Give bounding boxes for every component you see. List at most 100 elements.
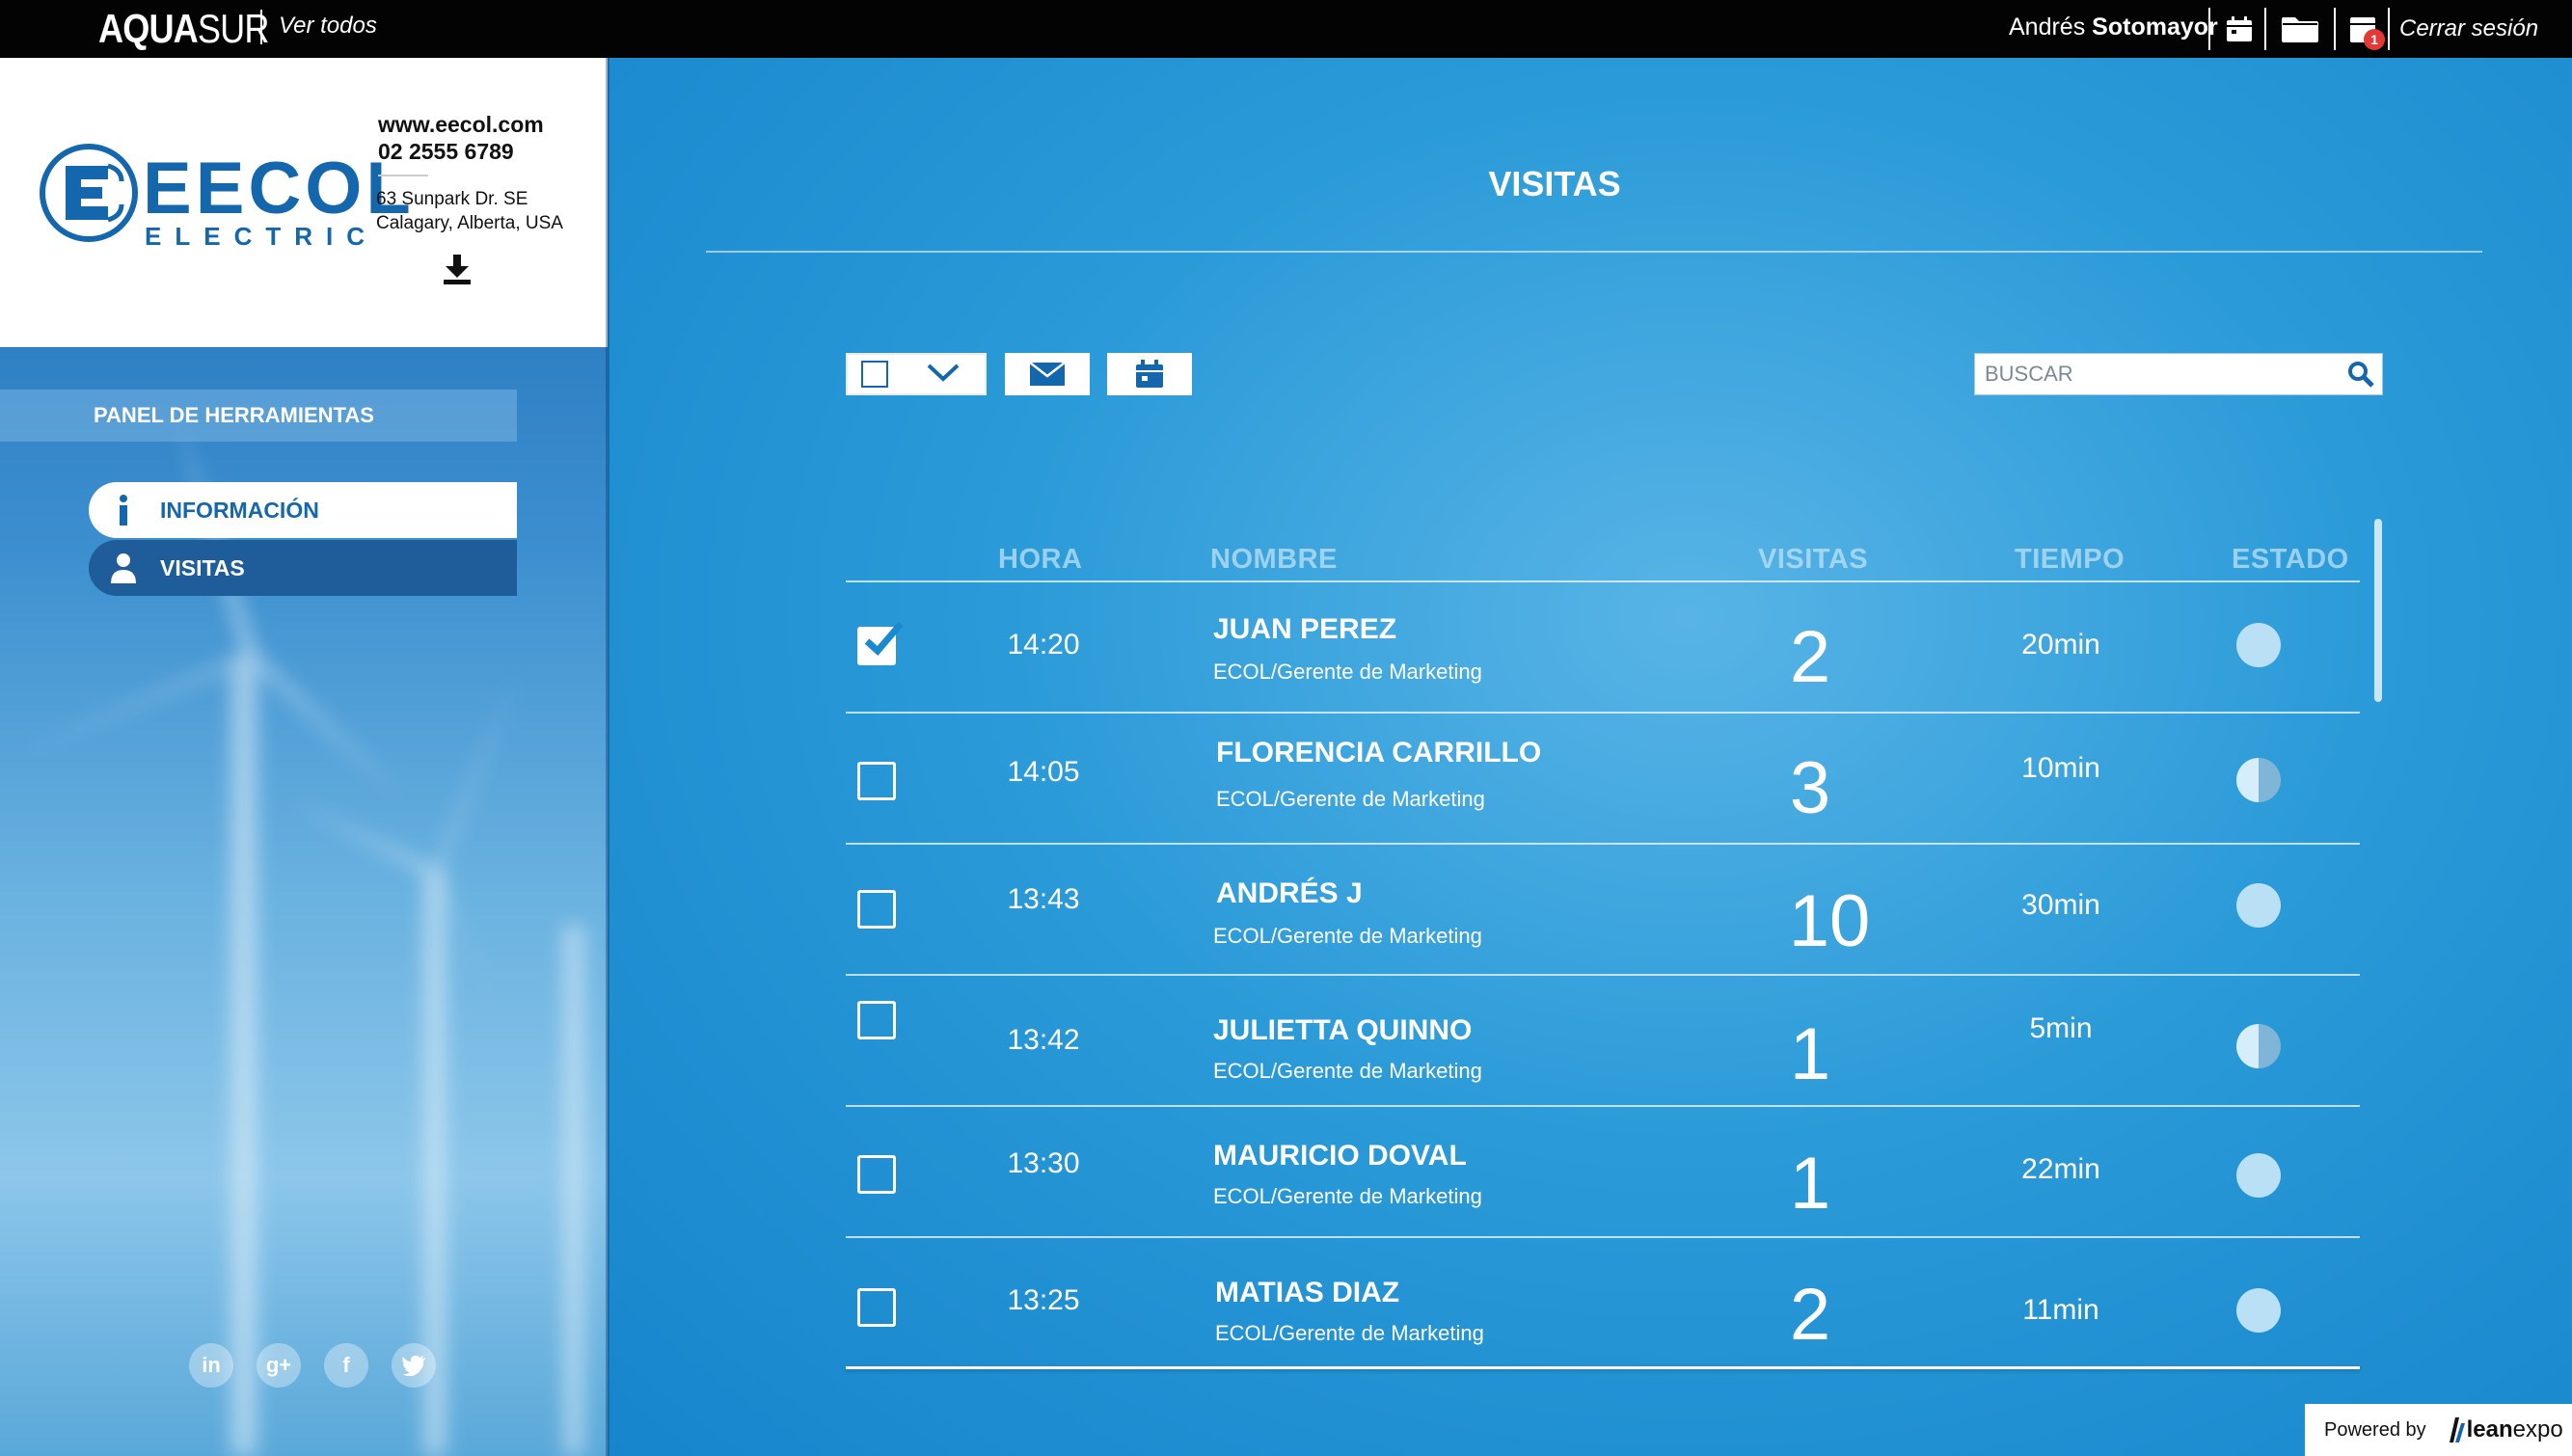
sidebar: EECOL ELECTRIC www.eecol.com 02 2555 678… — [0, 58, 608, 1456]
company-phone: 02 2555 6789 — [378, 139, 514, 164]
calendar-icon — [1136, 360, 1163, 388]
row-hora: 13:30 — [1007, 1147, 1080, 1179]
select-all-checkbox[interactable] — [861, 361, 888, 388]
topbar-divider — [2388, 8, 2390, 50]
row-hora: 13:42 — [1007, 1024, 1080, 1056]
company-address-line2: Calagary, Alberta, USA — [376, 213, 563, 233]
row-tiempo: 5min — [2029, 1012, 2093, 1044]
row-visitas: 2 — [1789, 616, 1831, 698]
top-bar: AQUASUR Ver todos Andrés Sotomayor 1 Cer… — [0, 0, 2572, 58]
ver-todos-link[interactable]: Ver todos — [279, 13, 377, 40]
company-logo-emblem — [39, 143, 139, 248]
sidebar-item-visitas[interactable]: VISITAS — [89, 540, 517, 596]
powered-by-footer: Powered by lean expo — [2305, 1404, 2572, 1456]
leanexpo-logo[interactable]: lean expo — [2446, 1416, 2563, 1444]
twitter-icon[interactable] — [392, 1343, 436, 1388]
facebook-icon[interactable]: f — [324, 1343, 368, 1388]
status-indicator — [2236, 1153, 2281, 1198]
row-subtitle: ECOL/Gerente de Marketing — [1213, 660, 1482, 684]
row-tiempo: 10min — [2021, 752, 2100, 784]
company-website[interactable]: www.eecol.com — [378, 112, 544, 138]
row-nombre: ANDRÉS J — [1216, 877, 1363, 909]
email-button[interactable] — [1005, 353, 1090, 395]
row-tiempo: 20min — [2021, 629, 2100, 661]
app-brand[interactable]: AQUASUR — [98, 6, 269, 52]
leanexpo-bold: lean — [2466, 1416, 2513, 1443]
brand-bold: AQUA — [98, 6, 199, 51]
powered-by-text: Powered by — [2324, 1418, 2426, 1441]
schedule-button[interactable] — [1107, 353, 1192, 395]
user-name[interactable]: Andrés Sotomayor — [2009, 13, 2218, 41]
company-address-line1: 63 Sunpark Dr. SE — [376, 189, 528, 209]
chevron-down-icon[interactable] — [927, 363, 960, 387]
brand-divider — [260, 10, 262, 44]
company-logo-word: EECOL — [143, 148, 415, 229]
row-subtitle: ECOL/Gerente de Marketing — [1213, 924, 1482, 948]
title-divider — [706, 251, 2482, 253]
status-indicator — [2236, 623, 2281, 667]
table-row[interactable]: 13:25 MATIAS DIAZ ECOL/Gerente de Market… — [846, 1238, 2360, 1369]
user-first-name: Andrés — [2009, 13, 2093, 40]
row-nombre: FLORENCIA CARRILLO — [1216, 737, 1542, 768]
column-header-estado[interactable]: ESTADO — [2232, 544, 2349, 576]
row-tiempo: 22min — [2021, 1153, 2100, 1185]
status-indicator — [2236, 883, 2281, 928]
tools-panel-header: PANEL DE HERRAMIENTAS — [0, 390, 517, 442]
mail-icon — [1029, 362, 1066, 386]
calendar-icon[interactable] — [2220, 10, 2259, 48]
row-divider — [846, 1366, 2360, 1369]
logout-link[interactable]: Cerrar sesión — [2399, 15, 2538, 42]
user-icon — [98, 553, 149, 583]
search-input[interactable] — [1975, 355, 2340, 393]
topbar-divider — [2208, 8, 2210, 50]
row-nombre: JULIETTA QUINNO — [1213, 1014, 1473, 1046]
topbar-divider — [2264, 8, 2266, 50]
row-visitas: 10 — [1788, 880, 1871, 962]
row-visitas: 1 — [1789, 1013, 1831, 1095]
brand-light: SUR — [197, 6, 270, 51]
column-header-tiempo[interactable]: TIEMPO — [2015, 544, 2125, 576]
company-card: EECOL ELECTRIC www.eecol.com 02 2555 678… — [0, 58, 608, 347]
row-subtitle: ECOL/Gerente de Marketing — [1213, 1059, 1482, 1083]
bulk-select-dropdown[interactable] — [846, 353, 987, 395]
leanexpo-mark-icon — [2449, 1417, 2465, 1443]
row-tiempo: 30min — [2021, 889, 2100, 921]
table-scrollbar[interactable] — [2374, 519, 2382, 702]
status-indicator — [2236, 1288, 2281, 1333]
user-last-name: Sotomayor — [2092, 13, 2218, 40]
status-indicator — [2236, 758, 2281, 802]
table-row[interactable]: 13:43 ANDRÉS J ECOL/Gerente de Marketing… — [846, 845, 2360, 976]
contact-divider — [378, 175, 428, 176]
leanexpo-light: expo — [2512, 1416, 2563, 1443]
row-visitas: 3 — [1789, 747, 1831, 829]
column-header-visitas[interactable]: VISITAS — [1758, 544, 1868, 576]
main-content: VISITAS HORA NOMBRE VISITAS TIEMPO ESTAD… — [609, 58, 2572, 1456]
row-hora: 14:05 — [1007, 756, 1080, 788]
table-row[interactable]: 14:20 JUAN PEREZ ECOL/Gerente de Marketi… — [846, 582, 2360, 714]
row-subtitle: ECOL/Gerente de Marketing — [1213, 1184, 1482, 1208]
notification-badge: 1 — [2364, 29, 2385, 50]
sidebar-item-informacion[interactable]: INFORMACIÓN — [89, 482, 517, 538]
social-links: in g+ f — [189, 1343, 436, 1388]
folder-icon[interactable] — [2278, 10, 2322, 48]
linkedin-icon[interactable]: in — [189, 1343, 233, 1388]
row-visitas: 1 — [1789, 1143, 1831, 1225]
row-nombre: MAURICIO DOVAL — [1213, 1140, 1467, 1172]
google-plus-icon[interactable]: g+ — [257, 1343, 301, 1388]
table-row[interactable]: 13:42 JULIETTA QUINNO ECOL/Gerente de Ma… — [846, 976, 2360, 1107]
row-hora: 14:20 — [1007, 629, 1080, 661]
row-subtitle: ECOL/Gerente de Marketing — [1216, 787, 1485, 811]
column-header-hora[interactable]: HORA — [998, 544, 1082, 576]
table-row[interactable]: 14:05 FLORENCIA CARRILLO ECOL/Gerente de… — [846, 714, 2360, 845]
download-icon[interactable] — [442, 253, 473, 290]
table-row[interactable]: 13:30 MAURICIO DOVAL ECOL/Gerente de Mar… — [846, 1107, 2360, 1238]
row-nombre: MATIAS DIAZ — [1215, 1277, 1400, 1308]
row-visitas: 2 — [1789, 1274, 1831, 1356]
column-header-nombre[interactable]: NOMBRE — [1210, 544, 1338, 576]
sidebar-item-label: VISITAS — [160, 554, 245, 580]
status-indicator — [2236, 1024, 2281, 1068]
sidebar-item-label: INFORMACIÓN — [160, 497, 319, 523]
search-icon[interactable] — [2340, 353, 2382, 395]
info-icon — [98, 495, 149, 526]
row-subtitle: ECOL/Gerente de Marketing — [1215, 1321, 1484, 1345]
